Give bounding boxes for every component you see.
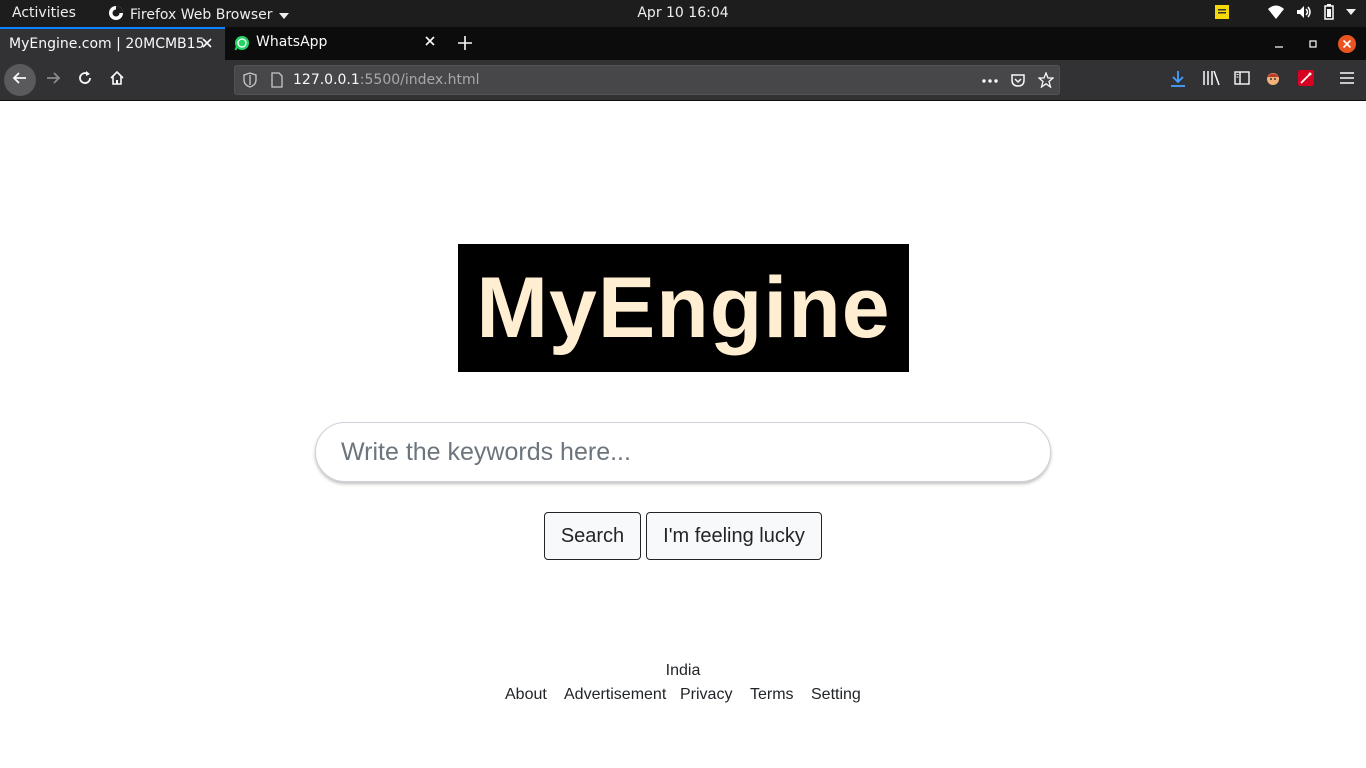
close-tab-icon[interactable]	[201, 37, 213, 53]
close-tab-icon[interactable]	[424, 35, 436, 51]
battery-icon[interactable]	[1324, 4, 1334, 20]
footer-link-advertisement[interactable]: Advertisement	[564, 686, 666, 704]
activities-button[interactable]: Activities	[12, 5, 76, 21]
clock[interactable]: Apr 10 16:04	[637, 5, 728, 21]
more-actions-icon[interactable]	[981, 73, 999, 92]
search-input[interactable]	[315, 422, 1051, 482]
url-bar[interactable]: 127.0.0.1:5500/index.html	[234, 65, 1060, 95]
shield-icon[interactable]	[242, 72, 258, 92]
url-host: 127.0.0.1	[293, 72, 360, 88]
reload-icon	[77, 70, 93, 90]
tab-myengine[interactable]: MyEngine.com | 20MCMB15	[0, 27, 225, 60]
navigation-toolbar: 127.0.0.1:5500/index.html	[0, 60, 1366, 101]
downloads-icon[interactable]	[1170, 70, 1186, 92]
hamburger-menu-icon[interactable]	[1339, 70, 1355, 90]
wifi-icon[interactable]	[1268, 5, 1284, 19]
arrow-right-icon	[45, 70, 61, 90]
home-icon	[109, 70, 125, 90]
whatsapp-icon	[234, 35, 250, 55]
extension-red-icon[interactable]	[1298, 70, 1314, 90]
search-button[interactable]: Search	[544, 512, 641, 560]
footer-link-about[interactable]: About	[505, 686, 547, 704]
app-menu[interactable]: Firefox Web Browser	[108, 5, 289, 25]
url-path: :5500/index.html	[359, 72, 480, 88]
tab-strip: MyEngine.com | 20MCMB15 WhatsApp	[0, 27, 1366, 60]
feeling-lucky-button[interactable]: I'm feeling lucky	[646, 512, 822, 560]
new-tab-icon[interactable]	[455, 33, 475, 57]
caret-down-icon	[278, 7, 289, 23]
tab-label: WhatsApp	[256, 34, 328, 50]
footer-link-privacy[interactable]: Privacy	[680, 686, 732, 704]
logo-text: MyEngine	[476, 259, 891, 356]
library-icon[interactable]	[1202, 70, 1220, 90]
url-text[interactable]: 127.0.0.1:5500/index.html	[293, 72, 480, 88]
footer-link-terms[interactable]: Terms	[750, 686, 794, 704]
minimize-icon[interactable]	[1274, 27, 1284, 60]
pocket-icon[interactable]	[1010, 72, 1026, 92]
app-menu-label: Firefox Web Browser	[130, 7, 273, 23]
page-info-icon[interactable]	[270, 72, 284, 92]
home-button[interactable]	[101, 64, 133, 96]
site-logo: MyEngine	[458, 244, 909, 372]
tab-whatsapp[interactable]: WhatsApp	[225, 27, 448, 60]
firefox-icon	[108, 5, 124, 25]
sidebar-icon[interactable]	[1234, 70, 1250, 90]
bookmark-star-icon[interactable]	[1037, 71, 1055, 92]
reload-button[interactable]	[69, 64, 101, 96]
volume-icon[interactable]	[1296, 5, 1312, 19]
arrow-left-icon	[12, 70, 28, 90]
extension-avatar-icon[interactable]	[1265, 70, 1281, 90]
system-top-bar: Activities Firefox Web Browser Apr 10 16…	[0, 0, 1366, 27]
tab-label: MyEngine.com | 20MCMB15	[9, 36, 205, 52]
notes-icon[interactable]	[1214, 4, 1230, 20]
footer-country: India	[665, 662, 701, 679]
close-window-icon[interactable]	[1337, 27, 1357, 60]
system-menu-caret-icon[interactable]	[1346, 9, 1356, 15]
forward-button[interactable]	[37, 64, 69, 96]
maximize-icon[interactable]	[1308, 27, 1318, 60]
footer-link-setting[interactable]: Setting	[811, 686, 861, 704]
back-button[interactable]	[4, 64, 36, 96]
